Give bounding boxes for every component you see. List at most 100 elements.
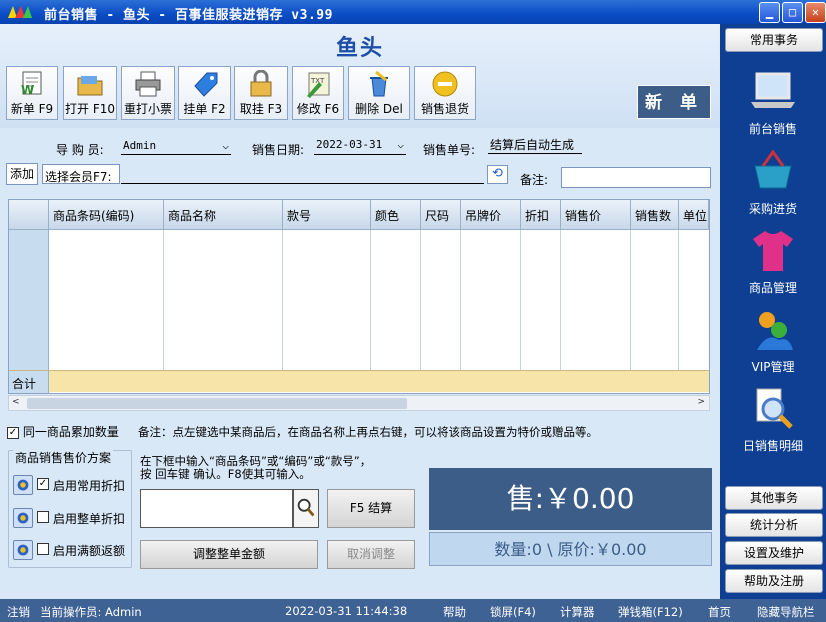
- edit-txt-icon: TXT: [307, 72, 330, 98]
- new-order-button[interactable]: W 新单 F9: [6, 66, 58, 120]
- modify-label: 修改 F6: [296, 102, 340, 116]
- accumulate-option[interactable]: ✓ 同一商品累加数量: [7, 423, 119, 440]
- nav-products[interactable]: 商品管理: [720, 227, 826, 305]
- column-header[interactable]: 商品名称: [164, 200, 283, 230]
- sale-total-display: 售:￥0.00: [429, 468, 712, 530]
- new-order-label: 新单 F9: [10, 102, 54, 116]
- title-bar: 前台销售 - 鱼头 - 百事佳服装进销存 v3.99 ▁ □ ✕: [0, 0, 826, 24]
- scheme-full-return[interactable]: 启用满额返额: [13, 540, 133, 560]
- hint-text: 备注：点左键选中某商品后，在商品名称上再点右键，可以将该商品设置为特价或赠品等。: [138, 425, 598, 439]
- column-header[interactable]: 销售数: [631, 200, 679, 230]
- printer-icon: [135, 71, 161, 97]
- adjust-total-button[interactable]: 调整整单金额: [140, 540, 318, 569]
- column-header[interactable]: 销售价: [561, 200, 631, 230]
- nav-purchase-label: 采购进货: [748, 202, 797, 216]
- reprint-button[interactable]: 重打小票: [121, 66, 175, 120]
- scroll-thumb[interactable]: [27, 398, 407, 409]
- column-header[interactable]: 折扣: [521, 200, 561, 230]
- grid-column[interactable]: [421, 230, 461, 370]
- grid-column[interactable]: [371, 230, 421, 370]
- column-header[interactable]: 尺码: [421, 200, 461, 230]
- scroll-left-icon[interactable]: <: [12, 397, 20, 407]
- hold-order-button[interactable]: 挂单 F2: [178, 66, 231, 120]
- sales-return-button[interactable]: 销售退货: [414, 66, 476, 120]
- grid-column[interactable]: [631, 230, 679, 370]
- grid-column[interactable]: [164, 230, 283, 370]
- grid-column[interactable]: [49, 230, 164, 370]
- home-link[interactable]: 首页: [708, 604, 731, 620]
- search-button[interactable]: [293, 489, 319, 528]
- hide-nav-link[interactable]: 隐藏导航栏: [757, 604, 815, 620]
- help-link[interactable]: 帮助: [443, 604, 466, 620]
- order-no-label: 销售单号:: [423, 143, 476, 157]
- items-grid: 商品条码(编码) 商品名称 款号 颜色 尺码 吊牌价 折扣 销售价 销售数 单位…: [8, 199, 710, 394]
- refresh-icon[interactable]: ⟲: [487, 165, 508, 184]
- tshirt-icon: [753, 231, 793, 271]
- common-tasks-button[interactable]: 常用事务: [725, 28, 823, 52]
- member-input[interactable]: [121, 166, 484, 184]
- sale-date-picker[interactable]: 2022-03-31 ⌵: [314, 137, 406, 155]
- help-register-button[interactable]: 帮助及注册: [725, 569, 823, 593]
- grid-column[interactable]: [283, 230, 371, 370]
- minimize-button[interactable]: ▁: [759, 2, 780, 23]
- grid-column[interactable]: [521, 230, 561, 370]
- sale-date-label: 销售日期:: [252, 143, 305, 157]
- column-header[interactable]: 商品条码(编码): [49, 200, 164, 230]
- order-discount-checkbox[interactable]: [37, 511, 49, 523]
- retrieve-order-button[interactable]: 取挂 F3: [234, 66, 288, 120]
- salesperson-value: Admin: [123, 139, 157, 152]
- note-label: 备注:: [520, 173, 549, 187]
- grid-column[interactable]: [461, 230, 521, 370]
- vip-users-icon: [757, 312, 793, 350]
- operator-text: 当前操作员: Admin: [40, 605, 142, 619]
- nav-vip[interactable]: VIP管理: [720, 306, 826, 384]
- nav-daily-sales[interactable]: 日销售明细: [720, 385, 826, 463]
- horizontal-scrollbar[interactable]: < >: [8, 395, 710, 411]
- logout-link[interactable]: 注销: [7, 604, 30, 620]
- column-header[interactable]: 颜色: [371, 200, 421, 230]
- settings-globe-icon[interactable]: [13, 508, 33, 528]
- modify-button[interactable]: TXT 修改 F6: [292, 66, 344, 120]
- add-member-button[interactable]: 添加: [6, 163, 38, 185]
- delete-button[interactable]: 删除 Del: [348, 66, 410, 120]
- nav-daily-sales-label: 日销售明细: [742, 439, 803, 453]
- barcode-input[interactable]: [140, 489, 293, 528]
- grid-corner: [9, 200, 49, 230]
- basket-icon: [754, 149, 792, 189]
- common-discount-checkbox[interactable]: ✓: [37, 478, 49, 490]
- nav-front-sales-label: 前台销售: [748, 122, 797, 136]
- note-input[interactable]: [561, 167, 711, 188]
- column-header[interactable]: 款号: [283, 200, 371, 230]
- checkout-button[interactable]: F5 结算: [327, 489, 415, 528]
- scheme-order-discount[interactable]: 启用整单折扣: [13, 508, 133, 528]
- settings-globe-icon[interactable]: [13, 540, 33, 560]
- column-header[interactable]: 吊牌价: [461, 200, 521, 230]
- maximize-button[interactable]: □: [782, 2, 803, 23]
- window-title: 前台销售 - 鱼头 - 百事佳服装进销存 v3.99: [44, 8, 333, 23]
- nav-purchase[interactable]: 采购进货: [720, 148, 826, 226]
- statistics-button[interactable]: 统计分析: [725, 513, 823, 537]
- full-return-checkbox[interactable]: [37, 543, 49, 555]
- scheme-common-discount[interactable]: ✓ 启用常用折扣: [13, 475, 133, 495]
- full-return-label: 启用满额返额: [53, 544, 126, 558]
- nav-vip-label: VIP管理: [751, 360, 795, 374]
- row-header-column: [9, 230, 49, 370]
- nav-front-sales[interactable]: 前台销售: [720, 68, 826, 146]
- lock-screen-link[interactable]: 锁屏(F4): [490, 604, 536, 620]
- open-button[interactable]: 打开 F10: [63, 66, 117, 120]
- padlock-icon: [250, 70, 272, 97]
- accumulate-checkbox[interactable]: ✓: [7, 426, 19, 439]
- tag-icon: [193, 72, 217, 97]
- column-header[interactable]: 单位: [679, 200, 709, 230]
- settings-button[interactable]: 设置及维护: [725, 541, 823, 565]
- cash-drawer-link[interactable]: 弹钱箱(F12): [618, 604, 683, 620]
- cancel-adjust-button[interactable]: 取消调整: [327, 540, 415, 569]
- settings-globe-icon[interactable]: [13, 475, 33, 495]
- calculator-link[interactable]: 计算器: [560, 604, 595, 620]
- scroll-right-icon[interactable]: >: [697, 397, 705, 407]
- status-bar: 注销 当前操作员: Admin 2022-03-31 11:44:38 帮助 锁…: [0, 599, 826, 622]
- salesperson-select[interactable]: Admin ⌵: [121, 138, 231, 155]
- other-tasks-button[interactable]: 其他事务: [725, 486, 823, 510]
- grid-column[interactable]: [561, 230, 631, 370]
- close-button[interactable]: ✕: [805, 2, 826, 23]
